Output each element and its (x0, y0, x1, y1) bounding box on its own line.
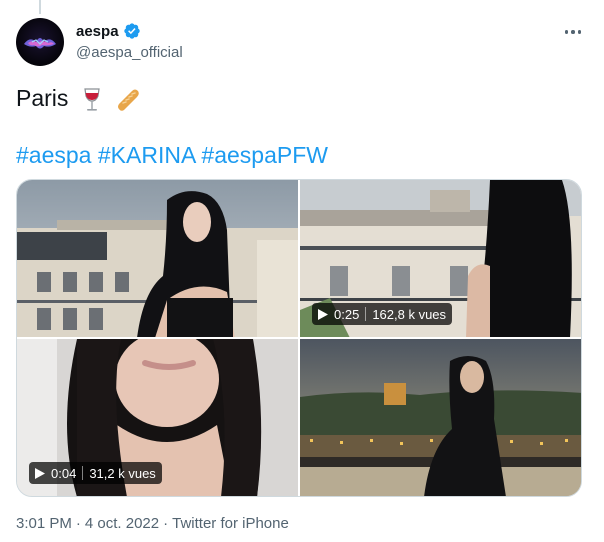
badge-divider (82, 466, 84, 480)
media-video[interactable]: 0:04 31,2 k vues (17, 339, 298, 496)
hashtag-link[interactable]: #KARINA (98, 142, 195, 168)
tweet-text-content: Paris (16, 85, 69, 111)
avatar[interactable] (16, 18, 64, 66)
hashtag-link[interactable]: #aespaPFW (201, 142, 328, 168)
video-duration-badge: 0:04 31,2 k vues (29, 462, 162, 484)
media-photo[interactable] (17, 180, 298, 337)
tweet-source[interactable]: Twitter for iPhone (172, 515, 289, 532)
meta-separator: · (75, 515, 81, 532)
meta-separator: · (163, 515, 169, 532)
photo-eiffel-dusk-icon (300, 339, 581, 496)
video-duration: 0:04 (51, 465, 77, 481)
aespa-logo-icon (24, 38, 56, 49)
more-dot-icon (564, 30, 569, 34)
thread-line (39, 0, 41, 14)
play-icon (35, 467, 45, 479)
photo-rooftop-portrait-icon (17, 180, 298, 337)
tweet-meta: 3:01 PM · 4 oct. 2022 · Twitter for iPho… (16, 515, 289, 532)
tweet-date[interactable]: 4 oct. 2022 (85, 515, 159, 532)
tweet-text: Paris (16, 84, 141, 113)
video-duration: 0:25 (334, 306, 360, 322)
hashtag-row: #aespa #KARINA #aespaPFW (16, 141, 328, 169)
play-icon (318, 308, 328, 320)
more-options-button[interactable] (560, 22, 586, 42)
video-views: 31,2 k vues (89, 465, 156, 481)
author-name-row: aespa (76, 22, 141, 40)
video-views: 162,8 k vues (372, 306, 447, 322)
display-name[interactable]: aespa (76, 23, 119, 40)
author-handle[interactable]: @aespa_official (76, 44, 183, 61)
wine-glass-emoji-icon (84, 88, 100, 111)
video-duration-badge: 0:25 162,8 k vues (312, 303, 453, 325)
tweet-time[interactable]: 3:01 PM (16, 515, 72, 532)
media-photo[interactable] (300, 339, 581, 496)
verified-badge-icon (123, 23, 140, 39)
media-grid: 0:25 162,8 k vues 0:04 31,2 k vues (16, 179, 582, 497)
hashtag-link[interactable]: #aespa (16, 142, 91, 168)
more-dot-icon (577, 30, 582, 34)
media-video[interactable]: 0:25 162,8 k vues (300, 180, 581, 337)
badge-divider (365, 307, 367, 321)
more-dot-icon (571, 30, 575, 34)
baguette-emoji-icon (118, 89, 139, 111)
